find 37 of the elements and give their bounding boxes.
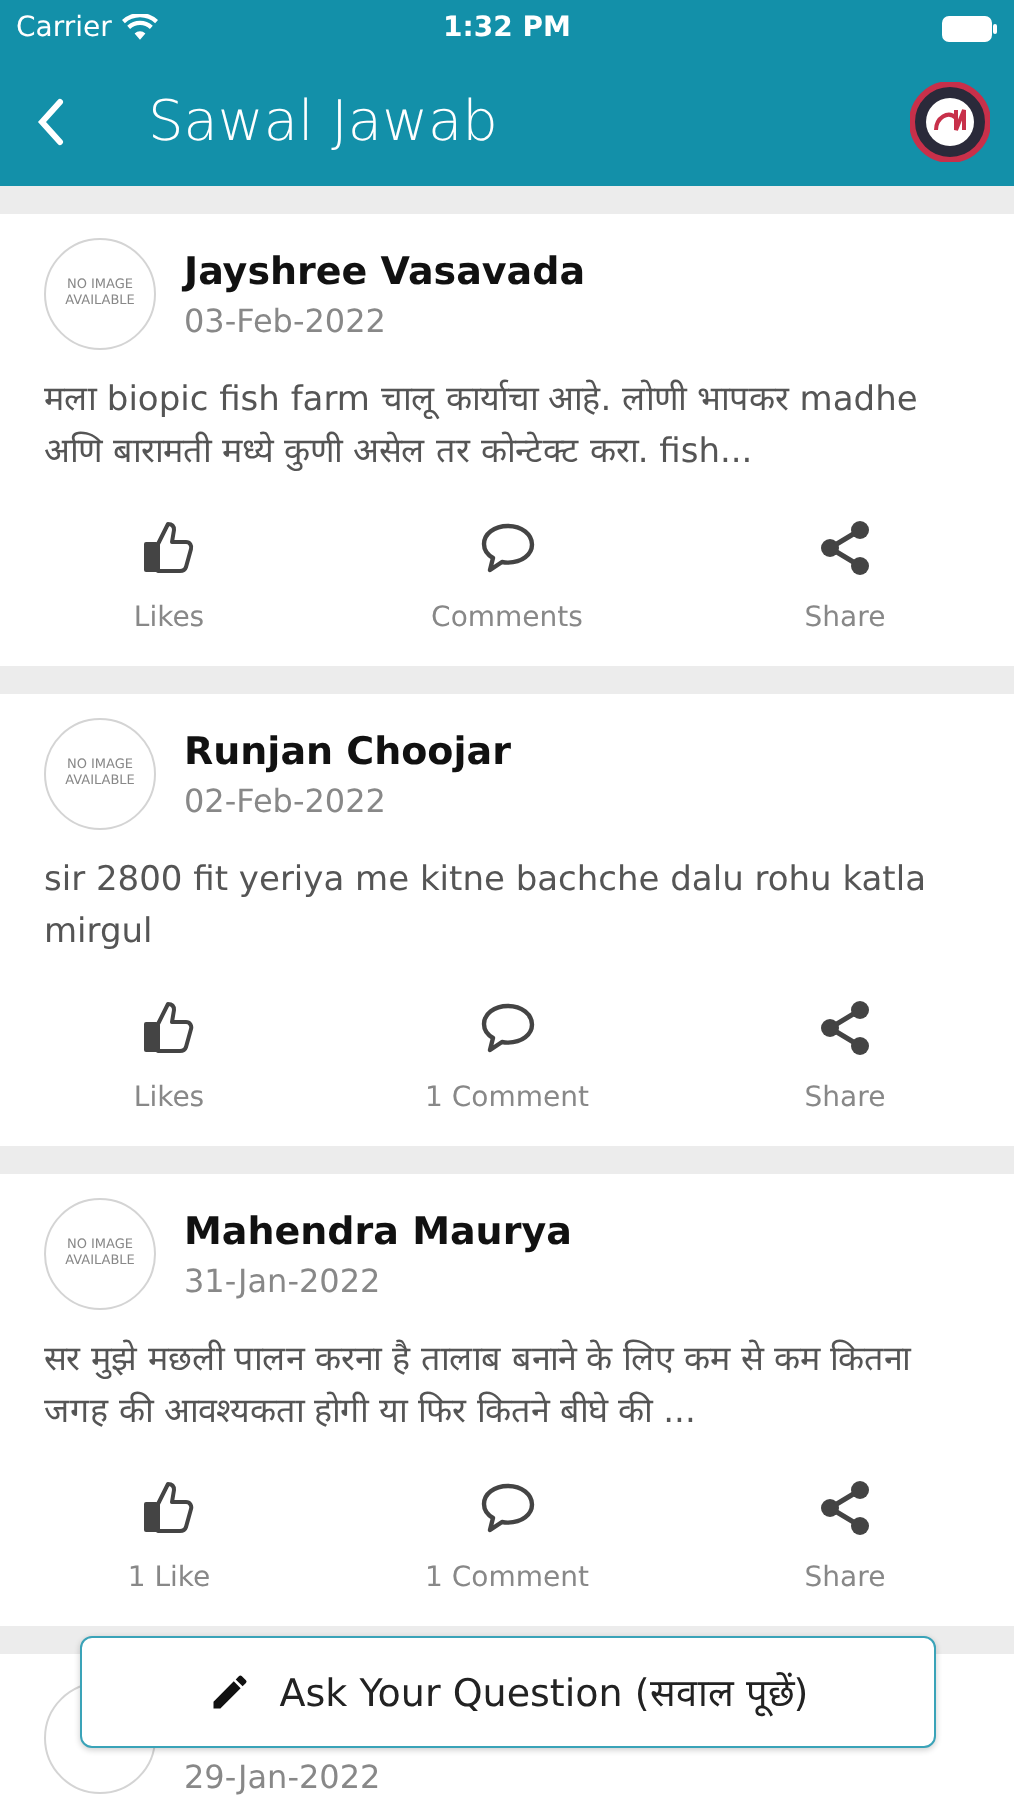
post-date: 03-Feb-2022	[184, 301, 388, 339]
battery-icon	[942, 15, 998, 41]
clock: 1:32 PM	[443, 12, 571, 44]
back-button[interactable]	[36, 97, 64, 145]
share-button[interactable]: Share	[676, 1470, 1014, 1602]
comment-button[interactable]: 1 Comment	[338, 990, 676, 1122]
share-button[interactable]: Share	[676, 510, 1014, 642]
screen-title: Sawal Jawab	[148, 88, 500, 154]
share-icon	[815, 998, 875, 1058]
carrier-label: Carrier	[16, 12, 112, 44]
post-date: 31-Jan-2022	[184, 1261, 383, 1299]
logo-icon[interactable]	[910, 81, 990, 161]
like-button[interactable]: 1 Like	[0, 1470, 338, 1602]
comment-button[interactable]: 1 Comment	[338, 1470, 676, 1602]
thumbs-up-icon	[139, 518, 199, 578]
author-name: Runjan Choojar	[184, 729, 511, 773]
comment-button[interactable]: Comments	[338, 510, 676, 642]
thumbs-up-icon	[139, 1478, 199, 1538]
speech-bubble-icon	[477, 998, 537, 1058]
back-icon	[36, 97, 64, 145]
author-name: Mahendra Maurya	[184, 1209, 572, 1253]
share-icon	[815, 1478, 875, 1538]
post-text: मला biopic fish farm चालू कार्याचा आहे. लोणी भापकर madhe अणि बारामती मध्ये कुणी असेल तर कोन्टेक्ट करा. fish...	[44, 377, 920, 476]
like-button[interactable]: Likes	[0, 510, 338, 642]
share-icon	[815, 518, 875, 578]
thumbs-up-icon	[139, 998, 199, 1058]
ask-question-button[interactable]: Ask Your Question (सवाल पूछें)	[80, 1636, 936, 1748]
speech-bubble-icon	[477, 1478, 537, 1538]
post-date: 02-Feb-2022	[184, 781, 388, 819]
post-text: सर मुझे मछली पालन करना है तालाब बनाने के लिए कम से कम कितना जगह की आवश्यकता होगी या फिर कितने बीघे की ...	[44, 1337, 914, 1436]
post-date: 29-Jan-2022	[184, 1758, 381, 1796]
like-button[interactable]: Likes	[0, 990, 338, 1122]
wifi-icon	[121, 14, 158, 42]
speech-bubble-icon	[477, 518, 537, 578]
author-name: Jayshree Vasavada	[184, 249, 586, 293]
post-text: sir 2800 fit yeriya me kitne bachche dalu rohu katla mirgul	[44, 858, 928, 956]
share-button[interactable]: Share	[676, 990, 1014, 1122]
